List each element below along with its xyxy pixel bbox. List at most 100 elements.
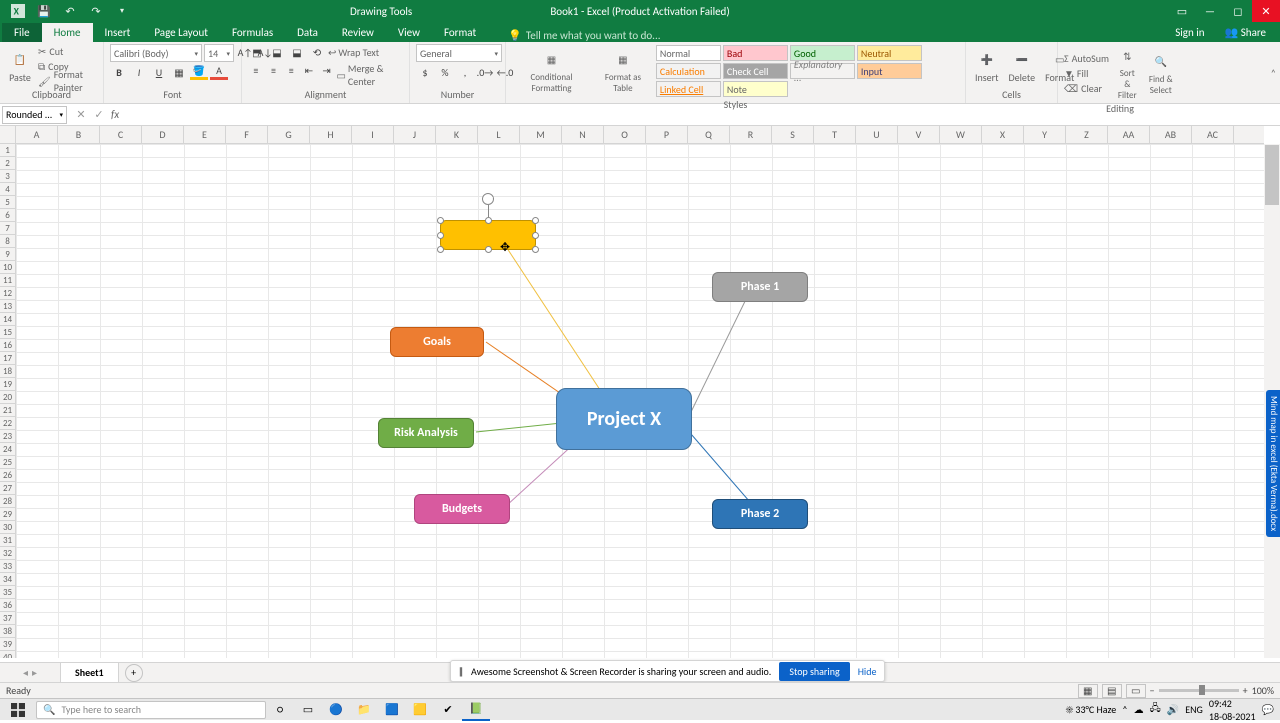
col-header[interactable]: AC [1192, 126, 1234, 143]
row-header[interactable]: 16 [0, 339, 15, 352]
col-header[interactable]: V [898, 126, 940, 143]
shape-goals[interactable]: Goals [390, 327, 484, 357]
tab-data[interactable]: Data [285, 23, 330, 42]
row-headers[interactable]: 1234567891011121314151617181920212223242… [0, 144, 16, 658]
stop-sharing-button[interactable]: Stop sharing [779, 662, 849, 681]
row-header[interactable]: 34 [0, 573, 15, 586]
col-header[interactable]: Y [1024, 126, 1066, 143]
enter-formula-icon[interactable]: ✓ [91, 108, 107, 121]
cell-grid[interactable]: ⟳ ✥ Goals Risk Analysis Budgets Project … [16, 144, 1264, 658]
sheet-tab-sheet1[interactable]: Sheet1 [60, 662, 119, 684]
ribbon-display-icon[interactable]: ▭ [1168, 0, 1196, 22]
col-header[interactable]: S [772, 126, 814, 143]
col-header[interactable]: W [940, 126, 982, 143]
underline-button[interactable]: U [150, 64, 168, 80]
style-check-cell[interactable]: Check Cell [723, 63, 788, 79]
taskbar-search[interactable]: 🔍Type here to search [36, 701, 266, 719]
row-header[interactable]: 4 [0, 183, 15, 196]
font-name-select[interactable]: Calibri (Body)▾ [110, 44, 202, 62]
sign-in-button[interactable]: Sign in [1165, 23, 1214, 42]
tab-page-layout[interactable]: Page Layout [142, 23, 220, 42]
col-header[interactable]: Q [688, 126, 730, 143]
tell-me-search[interactable]: 💡Tell me what you want to do... [508, 29, 660, 42]
row-header[interactable]: 29 [0, 508, 15, 521]
language-indicator[interactable]: ENG [1185, 703, 1203, 716]
tray-chevron-icon[interactable]: ˄ [1122, 703, 1127, 716]
row-header[interactable]: 19 [0, 378, 15, 391]
bold-button[interactable]: B [110, 64, 128, 80]
row-header[interactable]: 28 [0, 495, 15, 508]
zoom-out-button[interactable]: − [1150, 684, 1155, 697]
comma-icon[interactable]: , [456, 64, 474, 80]
column-headers[interactable]: ABCDEFGHIJKLMNOPQRSTUVWXYZAAABAC [16, 126, 1264, 144]
col-header[interactable]: N [562, 126, 604, 143]
indent-dec-icon[interactable]: ⇤ [301, 62, 317, 78]
row-header[interactable]: 18 [0, 365, 15, 378]
col-header[interactable]: P [646, 126, 688, 143]
col-header[interactable]: H [310, 126, 352, 143]
autosum-button[interactable]: ΣAutoSum [1064, 51, 1109, 65]
collapse-ribbon-icon[interactable]: ˄ [1271, 66, 1276, 79]
inc-decimal-icon[interactable]: .0→ [476, 64, 494, 80]
percent-icon[interactable]: % [436, 64, 454, 80]
zoom-slider[interactable] [1159, 689, 1239, 692]
row-header[interactable]: 27 [0, 482, 15, 495]
row-header[interactable]: 20 [0, 391, 15, 404]
view-page-break-icon[interactable]: ▭ [1126, 684, 1146, 698]
sheet-nav-next-icon[interactable]: ▸ [32, 666, 37, 679]
zoom-in-button[interactable]: + [1243, 684, 1248, 697]
row-header[interactable]: 37 [0, 612, 15, 625]
format-as-table-button[interactable]: ▦Format as Table [595, 48, 651, 95]
clear-button[interactable]: ⌫Clear [1064, 81, 1109, 95]
minimize-icon[interactable]: — [1196, 0, 1224, 22]
style-note[interactable]: Note [723, 81, 788, 97]
format-painter-button[interactable]: 🖌Format Painter [38, 74, 97, 88]
font-color-button[interactable]: A [210, 64, 228, 80]
row-header[interactable]: 17 [0, 352, 15, 365]
row-header[interactable]: 14 [0, 313, 15, 326]
sort-filter-button[interactable]: ⇅Sort & Filter [1113, 44, 1142, 102]
col-header[interactable]: T [814, 126, 856, 143]
row-header[interactable]: 8 [0, 235, 15, 248]
row-header[interactable]: 33 [0, 560, 15, 573]
border-button[interactable]: ▦ [170, 64, 188, 80]
row-header[interactable]: 31 [0, 534, 15, 547]
weather-widget[interactable]: ☀ 33°C Haze [1066, 703, 1116, 716]
italic-button[interactable]: I [130, 64, 148, 80]
col-header[interactable]: F [226, 126, 268, 143]
task-view-icon[interactable]: ▭ [294, 699, 322, 721]
style-normal[interactable]: Normal [656, 45, 721, 61]
app-icon-3[interactable]: ✔ [434, 699, 462, 721]
row-header[interactable]: 12 [0, 287, 15, 300]
row-header[interactable]: 7 [0, 222, 15, 235]
align-right-icon[interactable]: ≡ [283, 62, 299, 78]
col-header[interactable]: D [142, 126, 184, 143]
align-top-icon[interactable]: ⬒ [248, 44, 266, 60]
app-icon-2[interactable]: 🟨 [406, 699, 434, 721]
find-select-button[interactable]: 🔍Find & Select [1146, 50, 1176, 97]
row-header[interactable]: 21 [0, 404, 15, 417]
col-header[interactable]: B [58, 126, 100, 143]
shape-project-x[interactable]: Project X [556, 388, 692, 450]
insert-cells-button[interactable]: ➕Insert [972, 47, 1002, 85]
row-header[interactable]: 10 [0, 261, 15, 274]
row-header[interactable]: 24 [0, 443, 15, 456]
tab-insert[interactable]: Insert [93, 23, 143, 42]
orientation-icon[interactable]: ⟲ [308, 44, 326, 60]
shape-risk-analysis[interactable]: Risk Analysis [378, 418, 474, 448]
row-header[interactable]: 40 [0, 651, 15, 658]
app-icon-1[interactable]: 🟦 [378, 699, 406, 721]
col-header[interactable]: L [478, 126, 520, 143]
style-explanatory[interactable]: Explanatory ... [790, 63, 855, 79]
row-header[interactable]: 36 [0, 599, 15, 612]
row-header[interactable]: 22 [0, 417, 15, 430]
volume-icon[interactable]: 🔊 [1167, 703, 1179, 716]
tab-file[interactable]: File [2, 23, 42, 42]
tab-review[interactable]: Review [330, 23, 386, 42]
col-header[interactable]: U [856, 126, 898, 143]
cancel-formula-icon[interactable]: ✕ [73, 108, 89, 121]
sheet-nav-prev-icon[interactable]: ◂ [23, 666, 28, 679]
cut-button[interactable]: ✂Cut [38, 44, 97, 58]
indent-inc-icon[interactable]: ⇥ [319, 62, 335, 78]
save-icon[interactable]: 💾 [34, 2, 54, 20]
